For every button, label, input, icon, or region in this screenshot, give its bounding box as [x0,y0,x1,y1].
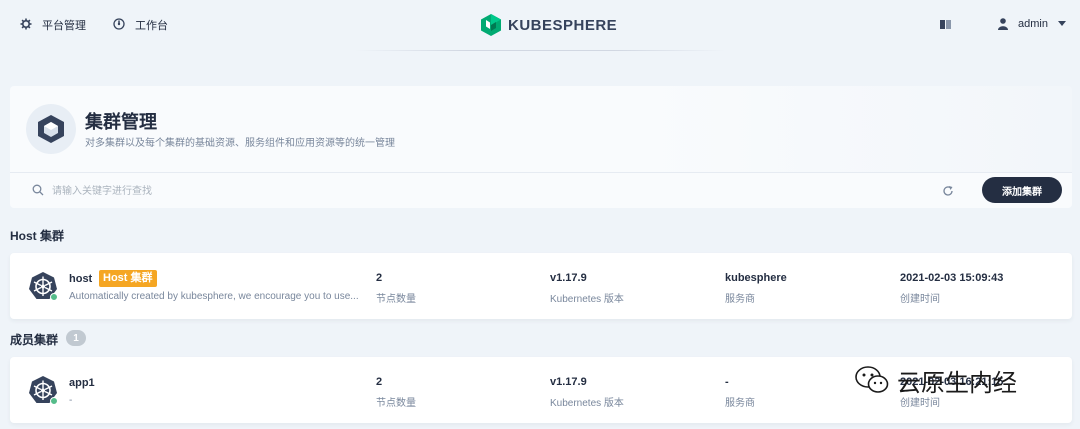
refresh-icon[interactable] [942,185,954,197]
member-count-badge: 1 [66,330,86,346]
status-healthy-indicator [50,397,58,405]
logo-text: KUBESPHERE [508,16,618,34]
kubernetes-version: v1.17.9 [550,272,587,284]
provider-label: 服务商 [725,294,755,305]
header-divider [355,50,725,51]
nav-label: 工作台 [135,20,168,32]
nav-label: 平台管理 [42,20,86,32]
gear-icon [20,18,32,33]
provider-label: 服务商 [725,398,755,409]
member-section-title: 成员集群 [10,333,59,347]
cluster-description: Automatically created by kubesphere, we … [69,291,359,302]
kubernetes-version-label: Kubernetes 版本 [550,294,624,305]
node-count-label: 节点数量 [376,294,416,305]
page-description: 对多集群以及每个集群的基础资源、服务组件和应用资源等的统一管理 [85,138,395,149]
cluster-cube-icon [26,104,76,154]
created-time: 2021-02-03 15:09:43 [900,272,1004,284]
search-toolbar [10,172,1072,208]
host-cluster-tag: Host 集群 [99,270,157,287]
cluster-name: app1 [69,377,95,389]
user-menu[interactable]: admin [998,0,1066,48]
nav-platform-management[interactable]: 平台管理 [20,0,86,50]
user-name: admin [1018,18,1048,30]
provider: - [725,376,729,388]
cluster-description: - [69,395,73,406]
provider: kubesphere [725,272,787,284]
page-banner: 集群管理 对多集群以及每个集群的基础资源、服务组件和应用资源等的统一管理 [10,86,1072,172]
user-icon [998,18,1008,30]
search-input[interactable] [52,181,652,201]
search-icon [32,184,44,196]
kubernetes-version-label: Kubernetes 版本 [550,398,624,409]
kubesphere-logo-icon [481,14,501,36]
status-healthy-indicator [50,293,58,301]
add-cluster-button[interactable]: 添加集群 [982,177,1062,203]
created-time-label: 创建时间 [900,294,940,305]
node-count: 2 [376,272,383,284]
created-time: 2021-02-03 16:21:15 [900,376,1004,388]
node-count-label: 节点数量 [376,398,416,409]
caret-down-icon [1057,21,1066,26]
node-count: 2 [376,376,383,388]
cluster-card-host[interactable]: host Host 集群 Automatically created by ku… [10,253,1072,319]
cluster-name: host [69,273,93,285]
page-title: 集群管理 [85,112,157,132]
kubernetes-version: v1.17.9 [550,376,587,388]
host-section-title: Host 集群 [10,229,65,243]
top-bar: 平台管理 工作台 KUBESPHERE admin [0,0,1080,50]
nav-workbench[interactable]: 工作台 [113,0,168,50]
dashboard-icon [113,17,125,33]
documentation-icon[interactable] [940,20,951,29]
cluster-card-app1[interactable]: app1 - 2 节点数量 v1.17.9 Kubernetes 版本 - 服务… [10,357,1072,423]
kubesphere-logo[interactable]: KUBESPHERE [480,12,617,38]
created-time-label: 创建时间 [900,398,940,409]
